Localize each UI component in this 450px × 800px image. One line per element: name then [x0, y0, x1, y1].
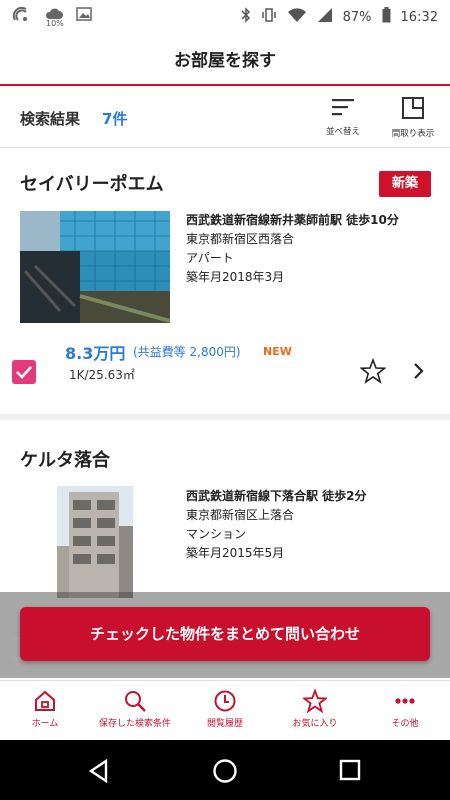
status-bar: 10% 87% 16:32	[0, 0, 450, 32]
nearest-station: 西武鉄道新宿線新井薬師前駅 徒歩10分	[186, 213, 399, 227]
new-tag: NEW	[263, 345, 292, 358]
recents-icon[interactable]	[338, 758, 362, 782]
nav-more-label: その他	[391, 719, 419, 729]
listing-name: ケルタ落合	[20, 450, 110, 471]
bluetooth-icon	[241, 7, 251, 27]
search-icon	[125, 691, 146, 712]
address: 東京都新宿区西落合	[186, 232, 295, 246]
address: 東京都新宿区上落合	[186, 508, 295, 522]
check-icon	[16, 366, 32, 379]
new-construction-badge: 新築	[379, 171, 431, 197]
home-icon	[35, 690, 55, 711]
nav-more[interactable]: その他	[360, 681, 450, 740]
results-label: 検索結果	[20, 110, 81, 128]
build-date: 築年月2018年3月	[186, 270, 285, 284]
floorplan-icon	[402, 97, 424, 119]
nav-home[interactable]: ホーム	[0, 681, 90, 740]
sort-button[interactable]: 並べ替え	[311, 96, 375, 137]
favorite-star-icon[interactable]	[360, 358, 386, 384]
cloud-icon: 10%	[44, 6, 64, 28]
bulk-inquiry-button[interactable]: チェックした物件をまとめて問い合わせ	[20, 607, 430, 661]
chevron-right-icon[interactable]	[410, 362, 426, 380]
listing-checkbox[interactable]	[12, 360, 36, 384]
results-bar: 検索結果 7件 並べ替え 間取り表示	[0, 88, 450, 148]
system-navigation-bar	[0, 740, 450, 800]
nav-home-label: ホーム	[31, 719, 59, 729]
home-circle-icon[interactable]	[212, 758, 238, 784]
nav-history[interactable]: 閲覧履歴	[180, 681, 270, 740]
layout-view-label: 間取り表示	[391, 129, 435, 139]
build-date: 築年月2015年5月	[186, 546, 285, 560]
nav-saved-searches[interactable]: 保存した検索条件	[90, 681, 180, 740]
nav-saved-searches-label: 保存した検索条件	[98, 719, 171, 729]
app-header: お部屋を探す	[0, 32, 450, 86]
common-fee: (共益費等 2,800円)	[133, 345, 241, 359]
listing-info: 西武鉄道新宿線新井薬師前駅 徒歩10分 東京都新宿区西落合 アパート 築年月20…	[186, 211, 399, 287]
star-icon	[303, 689, 327, 713]
vibrate-icon	[261, 7, 277, 27]
property-photo[interactable]	[57, 486, 133, 598]
page-title: お部屋を探す	[174, 51, 276, 71]
image-icon	[76, 6, 94, 24]
sort-icon	[332, 99, 354, 116]
rent-price: 8.3万円	[65, 344, 126, 363]
nfc-icon	[12, 6, 30, 24]
room-layout: 1K/25.63㎡	[69, 368, 135, 382]
listing-name: セイバリーポエム	[20, 174, 164, 195]
building-type: アパート	[186, 251, 234, 265]
data-percent: 10%	[46, 19, 64, 28]
building-type: マンション	[186, 527, 247, 541]
battery-icon	[382, 7, 391, 27]
results-count: 7件	[102, 110, 128, 128]
wifi-icon	[287, 7, 307, 27]
nav-history-label: 閲覧履歴	[206, 719, 243, 729]
property-photo[interactable]	[20, 211, 170, 323]
sort-label: 並べ替え	[325, 127, 360, 137]
back-icon[interactable]	[86, 758, 112, 784]
clock-time: 16:32	[400, 9, 438, 25]
nav-favorites-label: お気に入り	[292, 719, 338, 729]
signal-icon	[317, 7, 333, 27]
nav-favorites[interactable]: お気に入り	[270, 681, 360, 740]
more-icon	[395, 698, 415, 704]
clock-icon	[214, 690, 236, 712]
cta-overlay: チェックした物件をまとめて問い合わせ	[0, 592, 450, 678]
nearest-station: 西武鉄道新宿線下落合駅 徒歩2分	[186, 489, 367, 503]
listing-info: 西武鉄道新宿線下落合駅 徒歩2分 東京都新宿区上落合 マンション 築年月2015…	[186, 487, 367, 563]
layout-view-button[interactable]: 間取り表示	[381, 96, 445, 139]
battery-percent: 87%	[342, 9, 372, 25]
bottom-navigation: ホーム 保存した検索条件 閲覧履歴 お気に入り その他	[0, 680, 450, 740]
listing-card[interactable]: セイバリーポエム 新築 西武鉄道新宿線新井薬師前駅 徒歩10分 東京都新宿区西落…	[0, 150, 450, 420]
